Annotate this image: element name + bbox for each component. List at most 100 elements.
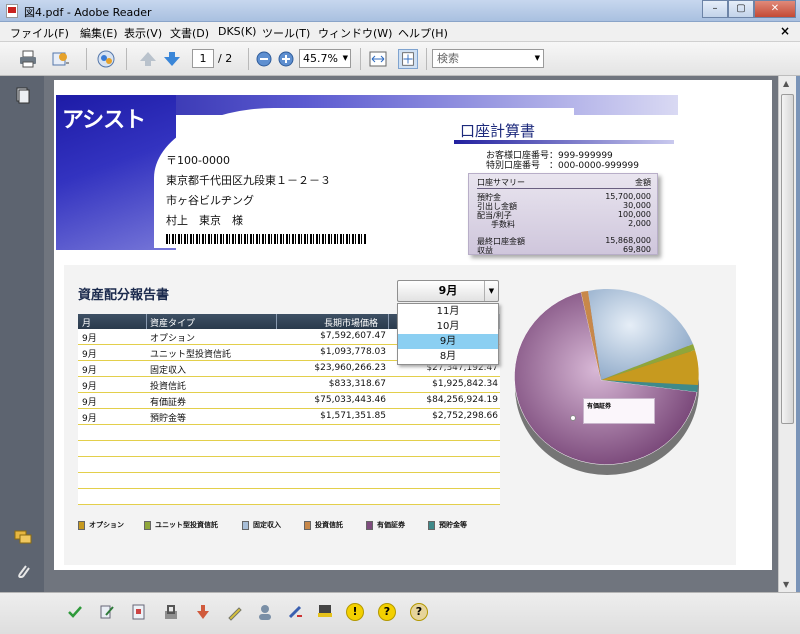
menu-file[interactable]: ファイル(F) xyxy=(10,25,69,41)
search-placeholder: 検索 xyxy=(437,52,459,65)
tool-stamp-icon[interactable] xyxy=(316,603,334,621)
account-summary: 口座サマリー 金額 預貯金 15,700,000 引出し金額 30,000 配当/利子… xyxy=(468,173,658,255)
table-row: 9月 預貯金等 $1,571,351.85 $2,752,298.66 xyxy=(78,409,500,425)
chevron-down-icon: ▼ xyxy=(342,54,348,62)
comment-toolbar: ! ? ? xyxy=(0,592,800,634)
final-balance-value: 15,868,000 xyxy=(605,236,651,245)
menu-view[interactable]: 表示(V) xyxy=(124,25,162,41)
title-bar: 図4.pdf - Adobe Reader – ▢ ✕ xyxy=(0,0,800,22)
summary-label: 手数料 xyxy=(491,220,515,229)
asset-pie-chart[interactable] xyxy=(509,280,719,480)
cell-type: 投資信託 xyxy=(150,382,187,392)
column-header: 長期市場価格 xyxy=(324,319,379,329)
summary-value: 100,000 xyxy=(617,210,651,219)
month-option-selected[interactable]: 9月 xyxy=(398,334,498,349)
address-line1: 東京都千代田区九段東１－２－３ xyxy=(166,174,331,187)
navigation-panel xyxy=(0,76,44,592)
next-page-icon[interactable] xyxy=(162,49,182,69)
cell-type: 預貯金等 xyxy=(150,414,187,424)
tool-user-icon[interactable] xyxy=(256,603,274,621)
pie-marker xyxy=(570,415,576,421)
chevron-down-icon: ▼ xyxy=(484,281,498,301)
menu-edit[interactable]: 編集(E) xyxy=(80,25,118,41)
help-icon[interactable]: ? xyxy=(378,603,396,621)
menu-help[interactable]: ヘルプ(H) xyxy=(398,25,448,41)
table-row-empty xyxy=(78,457,500,473)
share-icon[interactable] xyxy=(50,49,70,69)
legend-item: オプション xyxy=(78,520,124,530)
tool-pen-icon[interactable] xyxy=(286,603,304,621)
legend-item: ユニット型投資信託 xyxy=(144,520,218,530)
cell-month: 9月 xyxy=(82,414,97,424)
minimize-button[interactable]: – xyxy=(702,0,728,18)
tool-lock-icon[interactable] xyxy=(162,603,180,621)
document-close-button[interactable]: × xyxy=(780,24,790,38)
table-row: 9月 有価証券 $75,033,443.46 $84,256,924.19 xyxy=(78,393,500,409)
special-account-number: 特別口座番号 ：000-0000-999999 xyxy=(486,161,639,171)
previous-page-icon[interactable] xyxy=(138,49,158,69)
fit-page-icon[interactable] xyxy=(398,49,418,69)
collaborate-icon[interactable] xyxy=(96,49,116,69)
income-label: 収益 xyxy=(477,246,493,255)
toolbar: 1 / 2 45.7% ▼ 検索 ▼ xyxy=(0,42,800,76)
document-area[interactable]: アシスト 〒100-0000 東京都千代田区九段東１－２－３ 市ヶ谷ビルヂング … xyxy=(44,76,778,592)
tool-edit-icon[interactable] xyxy=(98,603,116,621)
close-button[interactable]: ✕ xyxy=(754,0,796,18)
cell-month: 9月 xyxy=(82,334,97,344)
cell-type: ユニット型投資信託 xyxy=(150,350,232,360)
month-option[interactable]: 10月 xyxy=(398,319,498,334)
scroll-down-icon[interactable]: ▼ xyxy=(783,580,789,589)
summary-value: 30,000 xyxy=(623,201,651,210)
menu-window[interactable]: ウィンドウ(W) xyxy=(318,25,392,41)
address-zip: 〒100-0000 xyxy=(166,154,230,167)
search-input[interactable]: 検索 ▼ xyxy=(432,49,544,68)
page-number-input[interactable]: 1 xyxy=(192,49,214,68)
comments-icon[interactable] xyxy=(14,528,32,546)
cell-current-price: $84,256,924.19 xyxy=(426,395,498,405)
menu-dks[interactable]: DKS(K) xyxy=(218,25,256,38)
window-title: 図4.pdf - Adobe Reader xyxy=(24,6,152,19)
pdf-page: アシスト 〒100-0000 東京都千代田区九段東１－２－３ 市ヶ谷ビルヂング … xyxy=(54,80,772,570)
scroll-up-icon[interactable]: ▲ xyxy=(783,79,789,88)
asset-report: 資産配分報告書 9月 ▼ 11月 10月 9月 8月 月 資産タイプ 長期市場価格 xyxy=(64,265,736,565)
print-icon[interactable] xyxy=(18,49,38,69)
month-dropdown: 11月 10月 9月 8月 xyxy=(397,303,499,365)
menu-tools[interactable]: ツール(T) xyxy=(262,25,310,41)
zoom-in-icon[interactable] xyxy=(276,49,296,69)
cell-long-price: $1,571,351.85 xyxy=(320,411,386,421)
legend-item: 預貯金等 xyxy=(428,520,467,530)
chevron-down-icon: ▼ xyxy=(534,54,540,62)
tool-arrow-down-icon[interactable] xyxy=(194,603,212,621)
cell-long-price: $75,033,443.46 xyxy=(314,395,386,405)
fit-width-icon[interactable] xyxy=(368,49,388,69)
cell-long-price: $833,318.67 xyxy=(328,379,386,389)
summary-value: 2,000 xyxy=(628,219,651,228)
month-option[interactable]: 11月 xyxy=(398,304,498,319)
scrollbar-thumb[interactable] xyxy=(781,94,794,424)
month-select[interactable]: 9月 ▼ xyxy=(397,280,499,302)
cell-month: 9月 xyxy=(82,350,97,360)
vertical-scrollbar[interactable]: ▲ ▼ xyxy=(778,76,796,592)
column-header: 月 xyxy=(82,319,92,329)
summary-value: 15,700,000 xyxy=(605,192,651,201)
tool-document-icon[interactable] xyxy=(130,603,148,621)
table-row: 9月 投資信託 $833,318.67 $1,925,842.34 xyxy=(78,377,500,393)
menu-document[interactable]: 文書(D) xyxy=(170,25,209,41)
tool-check-icon[interactable] xyxy=(66,603,84,621)
selected-month: 9月 xyxy=(438,284,458,297)
zoom-out-icon[interactable] xyxy=(254,49,274,69)
help-search-icon[interactable]: ? xyxy=(410,603,428,621)
warning-icon[interactable]: ! xyxy=(346,603,364,621)
tool-highlight-icon[interactable] xyxy=(226,603,244,621)
month-option[interactable]: 8月 xyxy=(398,349,498,364)
pages-icon[interactable] xyxy=(14,86,32,104)
cell-month: 9月 xyxy=(82,366,97,376)
zoom-value: 45.7% xyxy=(303,52,338,65)
table-row-empty xyxy=(78,441,500,457)
maximize-button[interactable]: ▢ xyxy=(728,0,754,18)
zoom-select[interactable]: 45.7% ▼ xyxy=(299,49,351,68)
page-total: / 2 xyxy=(218,52,233,65)
table-row-empty xyxy=(78,425,500,441)
attachment-icon[interactable] xyxy=(14,562,32,580)
address-line2: 市ヶ谷ビルヂング xyxy=(166,194,254,207)
